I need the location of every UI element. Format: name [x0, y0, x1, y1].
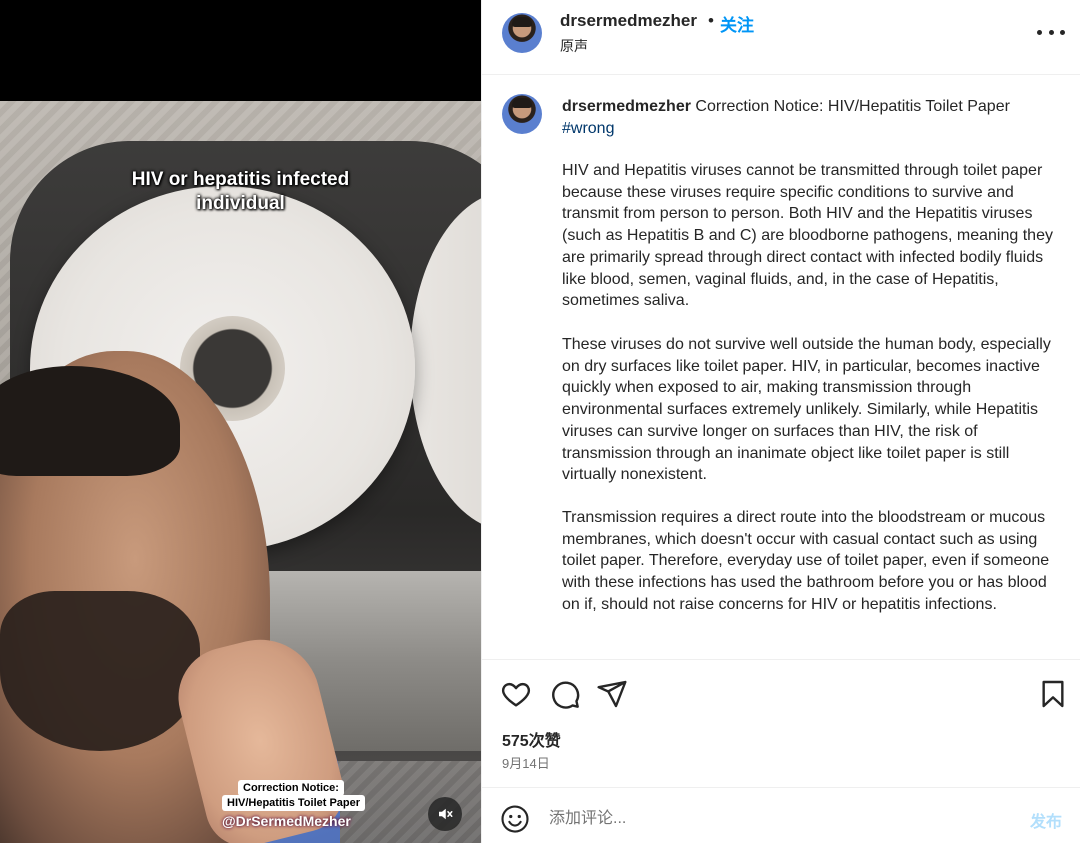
caption-area: drsermedmezher Correction Notice: HIV/He…	[482, 76, 1080, 660]
heart-icon[interactable]	[500, 678, 532, 710]
more-dot	[1060, 29, 1065, 35]
video-player[interactable]: HIV or hepatitis infected individual Cor…	[0, 0, 481, 843]
more-options-icon[interactable]	[1037, 24, 1065, 40]
post-date[interactable]: 9月14日	[502, 753, 550, 772]
caption-title: Correction Notice: HIV/Hepatitis Toilet …	[695, 98, 1010, 115]
comment-bubble-icon[interactable]	[549, 678, 581, 710]
header-username[interactable]: drsermedmezher	[560, 11, 697, 31]
caption-paragraph: Transmission requires a direct route int…	[562, 509, 1050, 613]
presenter-beard	[0, 591, 200, 751]
comment-bar: 发布	[482, 787, 1080, 843]
emoji-smile-icon[interactable]	[500, 804, 530, 834]
post-comment-button[interactable]: 发布	[1030, 808, 1062, 832]
caption-heading: drsermedmezher Correction Notice: HIV/He…	[562, 96, 1052, 140]
post-header: drsermedmezher • 关注 原声	[482, 0, 1080, 75]
more-dot	[1048, 29, 1054, 35]
action-bar	[482, 672, 1080, 716]
video-label-line-2: HIV/Hepatitis Toilet Paper	[222, 795, 366, 811]
video-label-line-1: Correction Notice:	[238, 780, 344, 796]
caption-username[interactable]: drsermedmezher	[562, 98, 691, 115]
caption-paragraph: These viruses do not survive well outsid…	[562, 336, 1051, 484]
overlay-caption-line-1: HIV or hepatitis infected	[131, 169, 350, 190]
mute-button[interactable]	[428, 797, 462, 831]
caption-paragraph: HIV and Hepatitis viruses cannot be tran…	[562, 162, 1053, 310]
hashtag-link[interactable]: #wrong	[562, 120, 614, 137]
comment-input[interactable]	[549, 805, 1009, 833]
post-panel: drsermedmezher • 关注 原声 drsermedmezher Co…	[481, 0, 1080, 843]
audio-label[interactable]: 原声	[560, 36, 588, 56]
like-count[interactable]: 575次赞	[502, 727, 561, 751]
caption-avatar[interactable]	[502, 94, 542, 134]
avatar[interactable]	[502, 13, 542, 53]
bookmark-icon[interactable]	[1037, 678, 1069, 710]
paper-plane-icon[interactable]	[596, 678, 628, 710]
video-handle-watermark: @DrSermedMezher	[222, 813, 351, 829]
follow-button[interactable]: 关注	[720, 11, 754, 36]
video-overlay-caption: HIV or hepatitis infected individual	[0, 168, 481, 216]
more-dot	[1037, 29, 1042, 35]
overlay-caption-line-2: individual	[196, 193, 285, 214]
header-separator: •	[708, 11, 714, 30]
speaker-muted-icon	[439, 808, 453, 820]
